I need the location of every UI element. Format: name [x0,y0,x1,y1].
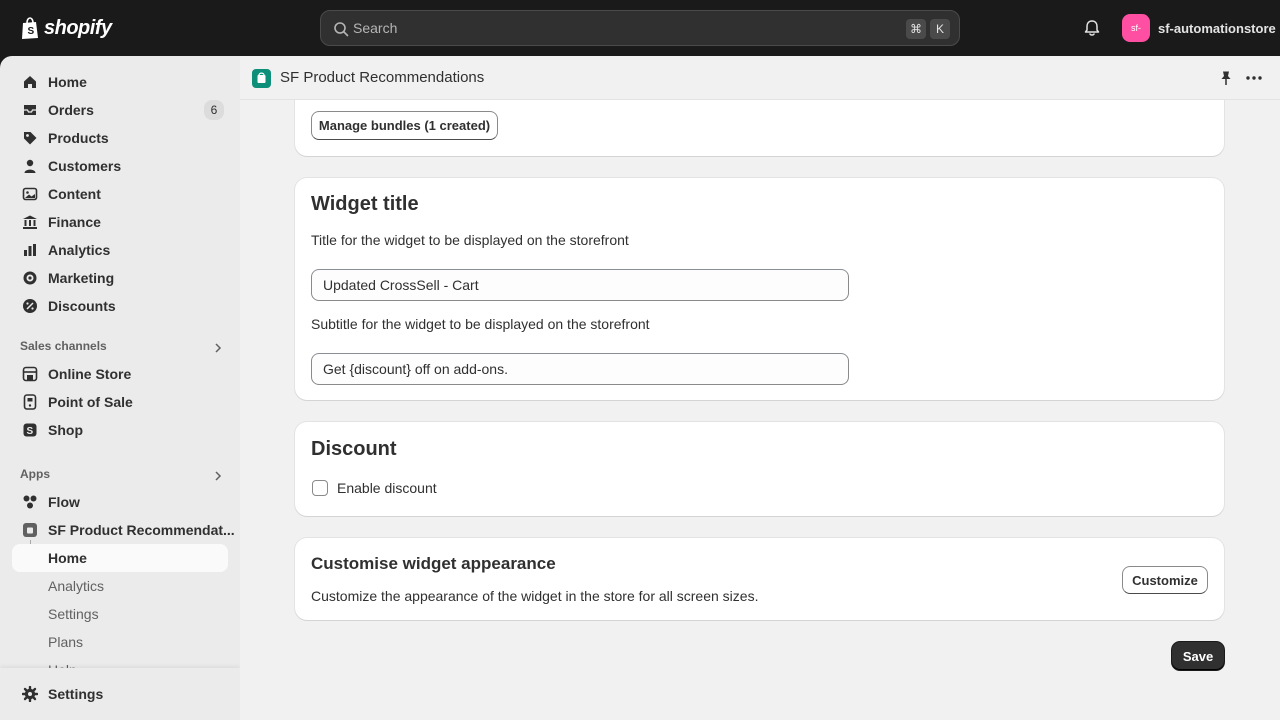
discount-icon [23,299,37,313]
bank-icon [23,215,37,229]
pin-icon[interactable] [1218,70,1234,86]
sidebar-item-label: Analytics [48,242,111,258]
shortcut-key-k: K [930,19,950,39]
sidebar-item-label: Point of Sale [48,394,133,410]
sidebar-item-discounts[interactable]: Discounts [12,292,228,320]
sidebar-item-label: Settings [48,606,99,622]
target-icon [23,271,37,285]
sidebar-item-label: Shop [48,422,83,438]
sidebar-item-label: Customers [48,158,122,174]
brand-wordmark: shopify [44,16,112,39]
sidebar-item-point-of-sale[interactable]: Point of Sale [12,388,228,416]
gear-icon [22,686,38,702]
tag-icon [24,132,37,145]
widget-subtitle-help-text: Subtitle for the widget to be displayed … [311,316,650,332]
top-bar: S shopify Search ⌘ K sf- sf-automationst… [0,0,1280,56]
save-button[interactable]: Save [1172,642,1224,670]
sidebar-item-label: Home [48,550,87,566]
sidebar-item-analytics[interactable]: Analytics [12,236,228,264]
sidebar-item-online-store[interactable]: Online Store [12,360,228,388]
widget-title-heading: Widget title [311,193,419,215]
store-menu[interactable]: sf- sf-automationstore [1122,14,1276,42]
flow-icon [23,495,37,509]
app-icon [23,523,37,537]
store-name: sf-automationstore [1158,20,1276,36]
app-subitem-home[interactable]: Home [12,544,228,572]
sidebar-item-customers[interactable]: Customers [12,152,228,180]
sidebar-item-label: Finance [48,214,101,230]
sidebar-item-label: Flow [48,494,80,510]
discount-heading: Discount [311,438,397,460]
sidebar-item-label: Analytics [48,578,105,594]
sidebar-item-label: Products [48,130,109,146]
search-placeholder: Search [353,20,398,36]
widget-subtitle-input[interactable] [311,353,849,385]
chart-icon [24,244,36,256]
app-subitem-plans[interactable]: Plans [12,628,228,656]
appearance-card: Customise widget appearance Customize th… [295,538,1224,620]
sidebar-item-marketing[interactable]: Marketing [12,264,228,292]
appearance-heading: Customise widget appearance [311,554,556,573]
sidebar-footer: Settings [0,668,240,720]
appearance-description: Customize the appearance of the widget i… [311,588,759,604]
sidebar-item-label: Orders [48,102,94,118]
discount-card: Discount Enable discount [295,422,1224,516]
widget-title-card: Widget title Title for the widget to be … [295,178,1224,400]
sidebar-item-label: Home [48,74,87,90]
manage-bundles-button[interactable]: Manage bundles (1 created) [311,111,498,140]
sidebar-item-home[interactable]: Home [12,68,228,96]
notifications-bell-icon[interactable] [1082,18,1102,38]
sidebar-item-sf-product-recommendations[interactable]: SF Product Recommendat... [12,516,235,544]
sidebar-item-products[interactable]: Products [12,124,228,152]
sidebar-item-label: Discounts [48,298,116,314]
app-logo-icon [252,69,271,88]
shopify-bag-icon: S [22,16,38,39]
content-icon [22,187,38,201]
sidebar-nav: Home Orders 6 Products Customers Content… [0,56,240,720]
app-title: SF Product Recommendations [280,69,485,86]
store-avatar: sf- [1122,14,1150,42]
search-bar[interactable]: Search ⌘ K [320,10,960,46]
pos-icon [23,394,37,410]
app-title-bar: SF Product Recommendations [240,56,1280,100]
apps-heading[interactable]: Apps [20,467,50,481]
person-icon [24,159,36,173]
sidebar-item-shop[interactable]: S Shop [12,416,228,444]
app-subitem-analytics[interactable]: Analytics [12,572,228,600]
shopify-logo[interactable]: S shopify [20,16,112,40]
sidebar-item-orders[interactable]: Orders 6 [12,96,228,124]
chevron-right-icon[interactable] [212,342,224,354]
sidebar-item-label: Online Store [48,366,132,382]
sidebar-item-finance[interactable]: Finance [12,208,228,236]
shop-icon: S [23,423,37,437]
home-icon [24,76,36,88]
sales-channels-heading[interactable]: Sales channels [20,339,107,353]
sidebar-item-label: Marketing [48,270,115,286]
orders-icon [24,105,36,115]
svg-text:S: S [28,26,35,37]
sidebar-item-label: SF Product Recommendat... [48,522,235,538]
store-icon [22,366,38,382]
main-content: SF Product Recommendations Manage bundle… [240,56,1280,720]
app-subitem-settings[interactable]: Settings [12,600,228,628]
widget-title-help-text: Title for the widget to be displayed on … [311,232,629,248]
enable-discount-label[interactable]: Enable discount [337,480,437,496]
enable-discount-checkbox[interactable] [312,480,328,496]
more-actions-icon[interactable] [1244,70,1264,86]
sidebar-item-label: Settings [48,686,104,702]
shortcut-key-command: ⌘ [906,19,926,39]
sidebar-item-label: Plans [48,634,84,650]
widget-title-input[interactable] [311,269,849,301]
sidebar-item-flow[interactable]: Flow [12,488,228,516]
orders-count-badge: 6 [204,100,224,120]
customize-button[interactable]: Customize [1122,566,1208,594]
sidebar-item-settings[interactable]: Settings [12,680,228,708]
search-icon [334,22,349,37]
sidebar-item-content[interactable]: Content [12,180,228,208]
chevron-right-icon[interactable] [212,470,224,482]
svg-text:S: S [27,426,34,437]
sidebar-item-label: Content [48,186,101,202]
